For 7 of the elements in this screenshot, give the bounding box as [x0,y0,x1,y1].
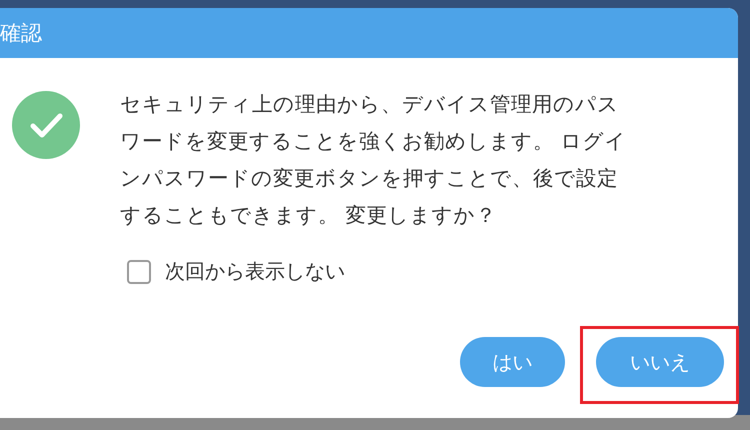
check-icon [12,91,80,159]
no-button[interactable]: いいえ [596,337,724,387]
dialog-title: 確認 [0,20,42,47]
checkbox-label[interactable]: 次回から表示しない [165,258,345,285]
checkbox[interactable] [127,260,151,284]
message-text: セキュリティ上の理由から、デバイス管理用のパスワードを変更することを強くお勧めします。 ログインパスワードの変更ボタンを押すことで、後で設定することもできます。 変更しますか？ [120,91,628,229]
yes-button[interactable]: はい [460,337,565,387]
